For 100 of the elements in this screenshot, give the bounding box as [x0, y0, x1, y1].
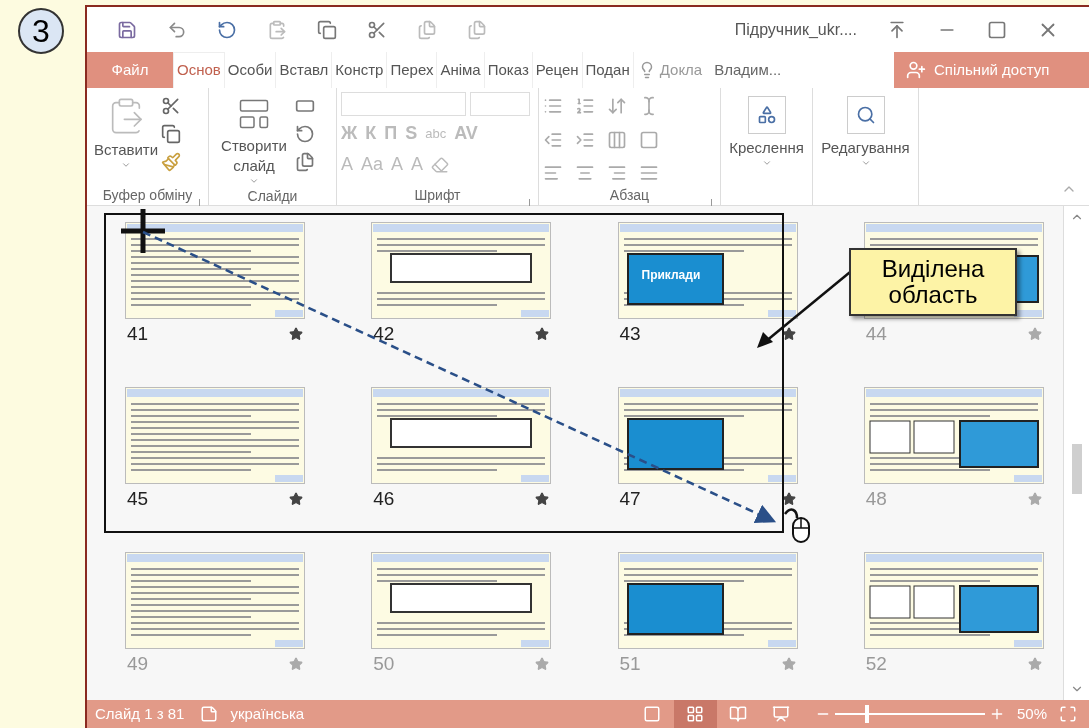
star-icon — [781, 327, 796, 341]
star-icon — [289, 657, 303, 671]
font-size-button[interactable]: A — [391, 151, 404, 178]
group-icon[interactable] — [467, 19, 487, 40]
save-icon[interactable] — [117, 19, 137, 40]
slide-number: 43 — [619, 321, 641, 346]
paintbrush-icon[interactable] — [161, 152, 181, 172]
share-button[interactable]: Спільний доступ — [894, 52, 1089, 88]
language-label[interactable]: українська — [230, 702, 305, 726]
ribbon-button[interactable]: Вставити — [91, 92, 161, 185]
view-button[interactable] — [673, 700, 717, 728]
scissors-icon[interactable] — [367, 19, 387, 40]
ribbon-button[interactable]: Редагування — [817, 92, 914, 185]
reset-icon[interactable] — [295, 124, 315, 144]
font-style-button[interactable]: Ж — [341, 120, 358, 147]
slide-thumbnail[interactable] — [863, 552, 1044, 649]
paragraph-icon[interactable] — [543, 96, 563, 116]
file-tab[interactable]: Файл — [87, 52, 173, 88]
slide-thumbnail[interactable] — [617, 387, 798, 484]
star-icon — [1027, 492, 1042, 506]
star-icon — [535, 657, 550, 671]
document-title: Підручник_ukr.... — [734, 19, 857, 40]
slide-show-icon — [772, 705, 791, 723]
slide-number: 41 — [127, 321, 149, 346]
slide-number: 51 — [619, 651, 641, 676]
font-style-button[interactable]: К — [365, 120, 377, 147]
font-name-field[interactable] — [341, 92, 466, 116]
reading-view-icon — [729, 705, 748, 723]
slide-number: 46 — [373, 486, 395, 511]
normal-view-icon — [643, 705, 662, 723]
slide-thumbnail[interactable] — [371, 552, 552, 649]
slide-thumbnail[interactable] — [125, 552, 305, 649]
copy-icon[interactable] — [317, 19, 337, 40]
paragraph-icon[interactable] — [607, 96, 627, 116]
star-icon — [289, 327, 303, 341]
figure-number: 3 — [18, 8, 64, 54]
font-size-button[interactable]: A — [411, 151, 424, 178]
redo-icon[interactable] — [217, 19, 237, 40]
group-label: Буфер обміну — [102, 185, 193, 205]
slide-thumbnail[interactable] — [617, 222, 798, 319]
slide-number: 49 — [127, 651, 149, 676]
caret-icon — [121, 160, 131, 170]
slide-number: 50 — [373, 651, 395, 676]
font-style-button[interactable]: П — [384, 120, 398, 147]
star-icon — [1027, 327, 1042, 341]
paragraph-icon[interactable] — [575, 96, 595, 116]
slide-thumbnail[interactable] — [125, 222, 305, 319]
slide-thumbnail[interactable] — [371, 222, 552, 319]
star-icon — [535, 327, 550, 341]
paragraph-icon[interactable] — [639, 129, 659, 150]
scissors-icon[interactable] — [161, 96, 181, 116]
slide-thumbnail[interactable] — [863, 387, 1044, 484]
font-size-button[interactable]: A — [341, 151, 353, 178]
group-label: Шрифт — [414, 185, 461, 205]
undo-icon[interactable] — [167, 19, 187, 40]
ribbon-tab[interactable]: Основ — [173, 52, 225, 88]
zoom-level[interactable]: 50% — [1016, 702, 1047, 726]
ribbon-button[interactable]: Креслення — [725, 92, 808, 185]
slide-number: 44 — [865, 321, 887, 346]
copy-icon[interactable] — [161, 124, 181, 144]
scrollbar-thumb[interactable] — [1071, 444, 1082, 494]
callout-tooltip: Виділена область — [849, 248, 1017, 316]
slide-number: 48 — [865, 486, 887, 511]
caret-icon — [761, 158, 772, 168]
font-style-button[interactable]: abc — [425, 123, 447, 144]
paste-icon[interactable] — [267, 19, 287, 40]
arrange-icon[interactable] — [417, 19, 437, 40]
eraser-icon[interactable] — [431, 155, 450, 174]
font-style-button[interactable]: S — [405, 120, 418, 147]
section-icon[interactable] — [295, 152, 315, 172]
slide-thumbnail[interactable] — [125, 387, 305, 484]
shapes-icon — [756, 105, 777, 125]
group-label: Абзац — [609, 185, 650, 205]
slide-heading: Приклади — [641, 267, 701, 284]
zoom-slider[interactable] — [834, 705, 985, 723]
star-icon — [289, 492, 303, 506]
font-size-button[interactable]: Aa — [361, 151, 384, 178]
fit-to-window-icon[interactable] — [1059, 705, 1077, 723]
star-icon — [1027, 657, 1042, 671]
zoom-thumb[interactable] — [864, 705, 869, 723]
slide-thumbnail[interactable] — [617, 552, 798, 649]
user-name[interactable]: Владим... — [706, 52, 790, 88]
slide-thumbnail[interactable] — [371, 387, 552, 484]
star-icon — [781, 657, 796, 671]
slide-number: 45 — [127, 486, 149, 511]
star-icon — [781, 492, 796, 506]
notes-icon[interactable] — [200, 705, 219, 723]
slide-sorter-icon — [686, 705, 705, 723]
paragraph-icon[interactable] — [607, 129, 627, 150]
group-label: Слайди — [247, 186, 298, 206]
ribbon-button[interactable]: Створити слайд — [213, 92, 295, 186]
ribbon-options-icon[interactable] — [887, 19, 907, 40]
tell-me-field[interactable]: Докла — [633, 52, 707, 88]
caret-icon — [249, 176, 259, 186]
font-size-field[interactable] — [470, 92, 530, 116]
crosshair-icon — [121, 209, 165, 253]
slide-number: 52 — [865, 651, 887, 676]
maximize-icon[interactable] — [987, 19, 1007, 40]
font-style-button[interactable]: AV — [454, 120, 478, 147]
caret-icon — [860, 158, 871, 168]
